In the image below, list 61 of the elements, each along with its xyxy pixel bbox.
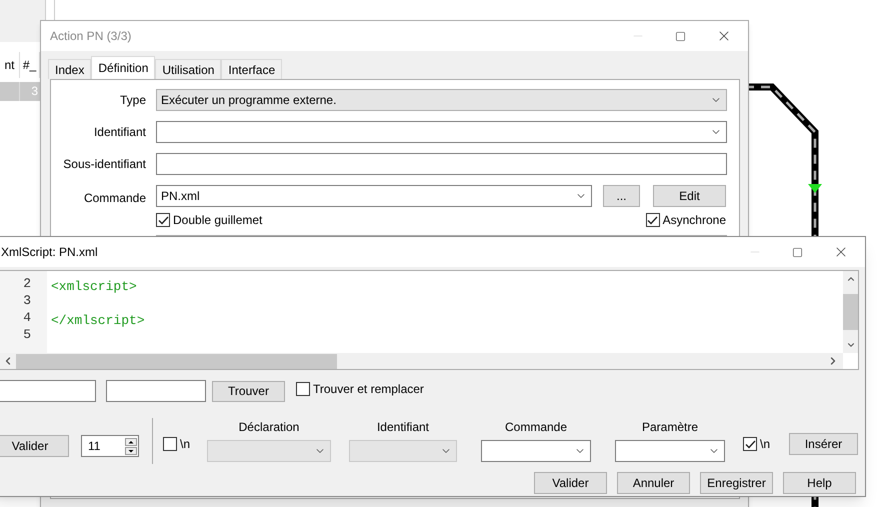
tab[interactable]: Interface	[221, 59, 282, 79]
tab[interactable]: Index	[48, 59, 92, 79]
checkbox-label: Asynchrone	[662, 212, 726, 229]
line-number: 4	[22, 309, 32, 325]
field-label: Sous-identifiant	[62, 156, 146, 173]
command-combo[interactable]: PN.xml	[156, 185, 592, 207]
font-size-spinner[interactable]: 11	[81, 435, 139, 457]
maximize-icon[interactable]	[792, 246, 803, 258]
checkbox[interactable]	[296, 382, 310, 396]
check-icon	[158, 216, 168, 224]
selector-label: Commande	[504, 419, 568, 436]
line-number: 2	[22, 275, 32, 291]
selector-dropdown[interactable]	[615, 440, 725, 462]
scrollbar-thumb[interactable]	[16, 354, 337, 368]
line-number: 5	[22, 326, 32, 342]
field-label: Identifiant	[92, 124, 146, 141]
tab[interactable]: Définition	[91, 56, 156, 79]
footer-button[interactable]: Annuler	[617, 472, 690, 494]
column-header[interactable]: nt	[0, 52, 20, 78]
footer-button[interactable]: Valider	[534, 472, 607, 494]
type-dropdown[interactable]: Exécuter un programme externe.	[156, 89, 727, 111]
footer-button[interactable]: Enregistrer	[700, 472, 773, 494]
search-field[interactable]	[0, 380, 96, 402]
validate-button[interactable]: Valider	[0, 435, 69, 457]
code-line: </xmlscript>	[51, 313, 145, 328]
replace-field[interactable]	[106, 380, 206, 402]
field-label: Commande	[82, 190, 146, 207]
selector-label: Paramètre	[642, 419, 698, 436]
horizontal-scrollbar[interactable]	[0, 353, 843, 369]
checkbox-label: Double guillemet	[173, 212, 262, 229]
checkbox[interactable]	[156, 213, 170, 227]
maximize-icon[interactable]	[675, 30, 686, 42]
check-icon	[744, 440, 756, 448]
find-button[interactable]: Trouver	[212, 380, 285, 402]
line-number: 3	[22, 292, 32, 308]
spin-down-icon[interactable]	[125, 446, 137, 454]
selector-label: Identifiant	[376, 419, 430, 436]
window-title: Action PN (3/3)	[49, 28, 132, 45]
checkbox[interactable]	[743, 437, 757, 451]
insert-button[interactable]: Insérer	[789, 433, 858, 455]
window-title: XmlScript: PN.xml	[0, 244, 98, 261]
browse-button[interactable]: ...	[603, 185, 640, 207]
combo-field[interactable]	[156, 121, 727, 143]
checkbox[interactable]	[163, 437, 177, 451]
checkbox-label: \n	[760, 436, 770, 453]
vertical-scrollbar[interactable]	[843, 271, 858, 353]
input-field[interactable]	[156, 153, 727, 175]
scrollbar-thumb[interactable]	[843, 294, 858, 330]
spin-up-icon[interactable]	[125, 438, 137, 446]
selector-dropdown[interactable]	[481, 440, 591, 462]
tab[interactable]: Utilisation	[155, 59, 222, 79]
edit-button[interactable]: Edit	[653, 185, 726, 207]
checkbox[interactable]	[646, 213, 660, 227]
footer-button[interactable]: Help	[783, 472, 856, 494]
checkbox-label: \n	[180, 436, 190, 453]
code-line: <xmlscript>	[51, 279, 137, 294]
field-label: Type	[118, 92, 146, 109]
check-icon	[647, 216, 658, 224]
checkbox-label: Trouver et remplacer	[313, 381, 424, 398]
selector-label: Déclaration	[238, 419, 300, 436]
signal-icon	[808, 184, 822, 193]
